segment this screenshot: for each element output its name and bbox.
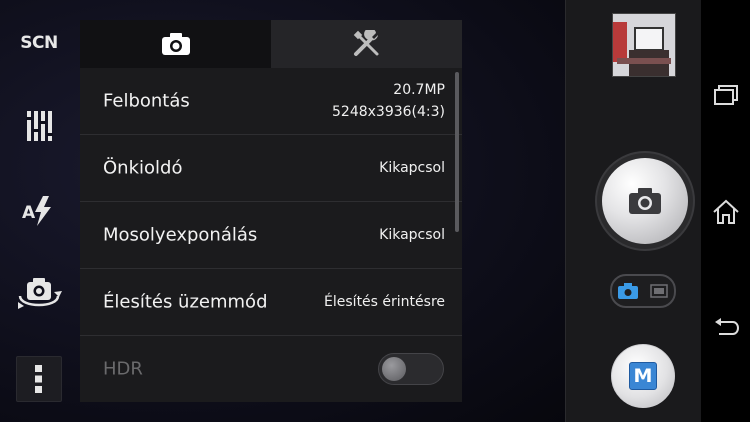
setting-self-timer[interactable]: Önkioldó Kikapcsol <box>80 135 462 202</box>
system-nav-bar <box>701 0 750 422</box>
sliders-icon <box>26 111 53 141</box>
tab-camera-settings[interactable] <box>80 20 271 68</box>
shutter-face <box>602 158 688 244</box>
setting-label: HDR <box>103 358 143 380</box>
resolution-megapixels: 20.7MP <box>393 82 445 98</box>
settings-tabs <box>80 20 462 68</box>
more-icon <box>16 356 62 402</box>
setting-value: Kikapcsol <box>379 227 445 243</box>
setting-value: Élesítés érintésre <box>324 294 445 310</box>
more-options-button[interactable] <box>0 356 78 402</box>
switch-camera-button[interactable] <box>0 272 78 316</box>
camera-controls: M <box>565 0 701 422</box>
scene-button[interactable]: SCN <box>0 28 78 58</box>
home-button[interactable] <box>701 196 750 228</box>
setting-focus-mode[interactable]: Élesítés üzemmód Élesítés érintésre <box>80 269 462 336</box>
photo-video-switch[interactable] <box>610 274 676 308</box>
last-photo-thumbnail[interactable] <box>612 13 676 77</box>
flash-button[interactable]: A <box>0 193 78 229</box>
sliders-button[interactable] <box>0 106 78 146</box>
recent-apps-button[interactable] <box>701 80 750 110</box>
resolution-dimensions: 5248x3936(4:3) <box>332 104 445 120</box>
settings-scrollbar[interactable] <box>455 72 459 232</box>
video-mode-icon <box>650 284 668 298</box>
camera-shutter-icon <box>629 188 661 214</box>
setting-value: 20.7MP 5248x3936(4:3) <box>332 79 445 123</box>
auto-flash-icon: A <box>22 196 51 226</box>
home-icon <box>712 199 739 224</box>
tab-general-settings[interactable] <box>271 20 462 68</box>
hdr-toggle[interactable] <box>378 353 444 385</box>
shutter-button[interactable] <box>595 151 695 251</box>
camera-mode-icon <box>618 283 638 299</box>
setting-resolution[interactable]: Felbontás 20.7MP 5248x3936(4:3) <box>80 68 462 135</box>
scene-label: SCN <box>20 33 58 53</box>
tools-icon <box>353 30 378 56</box>
setting-label: Mosolyexponálás <box>103 224 258 246</box>
setting-label: Önkioldó <box>103 157 183 179</box>
left-toolbar: SCN A <box>0 0 78 422</box>
capture-mode-button[interactable]: M <box>611 344 675 408</box>
setting-label: Felbontás <box>103 90 190 112</box>
manual-mode-badge: M <box>629 362 657 390</box>
back-button[interactable] <box>701 314 750 342</box>
setting-smile-shutter[interactable]: Mosolyexponálás Kikapcsol <box>80 202 462 269</box>
switch-camera-icon <box>18 278 62 309</box>
settings-list: Felbontás 20.7MP 5248x3936(4:3) Önkioldó… <box>80 68 462 402</box>
camera-icon <box>161 33 190 55</box>
toggle-knob <box>382 357 406 381</box>
recent-apps-icon <box>713 85 738 105</box>
setting-value: Kikapcsol <box>379 160 445 176</box>
setting-hdr: HDR <box>80 336 462 402</box>
svg-text:A: A <box>22 203 36 223</box>
back-icon <box>714 318 739 335</box>
setting-label: Élesítés üzemmód <box>103 291 268 313</box>
settings-panel: Felbontás 20.7MP 5248x3936(4:3) Önkioldó… <box>80 20 462 402</box>
